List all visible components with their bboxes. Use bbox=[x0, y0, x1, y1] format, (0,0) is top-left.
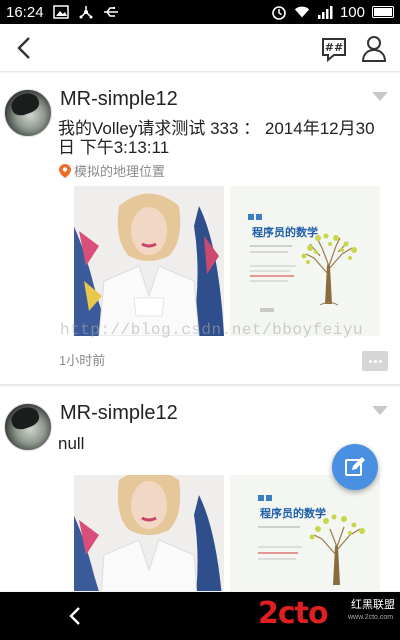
feed-list[interactable]: MR-simple12 我的Volley请求测试 333 ： 2014年12月3… bbox=[0, 73, 400, 591]
usb-icon bbox=[103, 4, 119, 20]
site-logo-subtitle: 红黑联盟 bbox=[351, 599, 395, 611]
back-icon bbox=[69, 607, 80, 625]
dot-icon bbox=[373, 359, 377, 363]
wifi-icon bbox=[294, 4, 310, 20]
feed-item[interactable]: MR-simple12 我的Volley请求测试 333 ： 2014年12月3… bbox=[0, 73, 400, 385]
site-logo: 2cto bbox=[258, 596, 329, 631]
feed-item[interactable]: MR-simple12 null 程序员的数学 bbox=[0, 387, 400, 591]
book-title: 程序员的数学 bbox=[252, 225, 318, 239]
chevron-down-icon[interactable] bbox=[372, 92, 388, 101]
signal-icon bbox=[317, 4, 333, 20]
battery-icon bbox=[372, 6, 394, 18]
post-image[interactable] bbox=[74, 186, 224, 336]
location: 模拟的地理位置 bbox=[59, 161, 165, 180]
username[interactable]: MR-simple12 bbox=[60, 88, 178, 111]
location-label: 模拟的地理位置 bbox=[74, 164, 166, 179]
post-text: 我的Volley请求测试 333 ： 2014年12月30日 下午3:13:11 bbox=[58, 119, 375, 157]
nav-back-button[interactable] bbox=[64, 604, 88, 628]
post-image[interactable]: 程序员的数学 bbox=[230, 475, 380, 591]
avatar[interactable] bbox=[4, 403, 52, 451]
edit-icon bbox=[345, 457, 365, 476]
compose-button[interactable] bbox=[332, 444, 378, 490]
location-pin-icon bbox=[59, 163, 71, 178]
hashtag-chat-icon: ## bbox=[322, 38, 346, 63]
book-title: 程序员的数学 bbox=[260, 506, 326, 520]
app-header: ## bbox=[0, 24, 400, 72]
chevron-down-icon[interactable] bbox=[372, 406, 388, 415]
username[interactable]: MR-simple12 bbox=[60, 402, 178, 425]
alarm-icon bbox=[271, 4, 287, 20]
back-icon bbox=[17, 37, 30, 59]
status-time: 16:24 bbox=[6, 3, 44, 21]
post-image[interactable] bbox=[74, 475, 224, 591]
svg-text:##: ## bbox=[325, 41, 343, 54]
topic-button[interactable]: ## bbox=[320, 35, 348, 63]
site-logo-url: www.2cto.com bbox=[348, 614, 394, 621]
dot-icon bbox=[368, 359, 372, 363]
usb-icon bbox=[78, 4, 94, 20]
image-icon bbox=[52, 4, 69, 20]
post-time: 1小时前 bbox=[59, 353, 106, 368]
avatar[interactable] bbox=[4, 89, 52, 137]
battery-level: 100 bbox=[339, 3, 365, 21]
more-options-button[interactable] bbox=[362, 351, 388, 371]
system-nav-bar: 2cto 红黑联盟 www.2cto.com bbox=[0, 592, 400, 640]
status-bar: 16:24 100 bbox=[0, 0, 400, 24]
dot-icon bbox=[378, 359, 382, 363]
post-image[interactable]: 程序员的数学 bbox=[230, 186, 380, 336]
back-button[interactable] bbox=[10, 34, 38, 62]
profile-button[interactable] bbox=[360, 34, 388, 62]
user-icon bbox=[361, 36, 387, 62]
